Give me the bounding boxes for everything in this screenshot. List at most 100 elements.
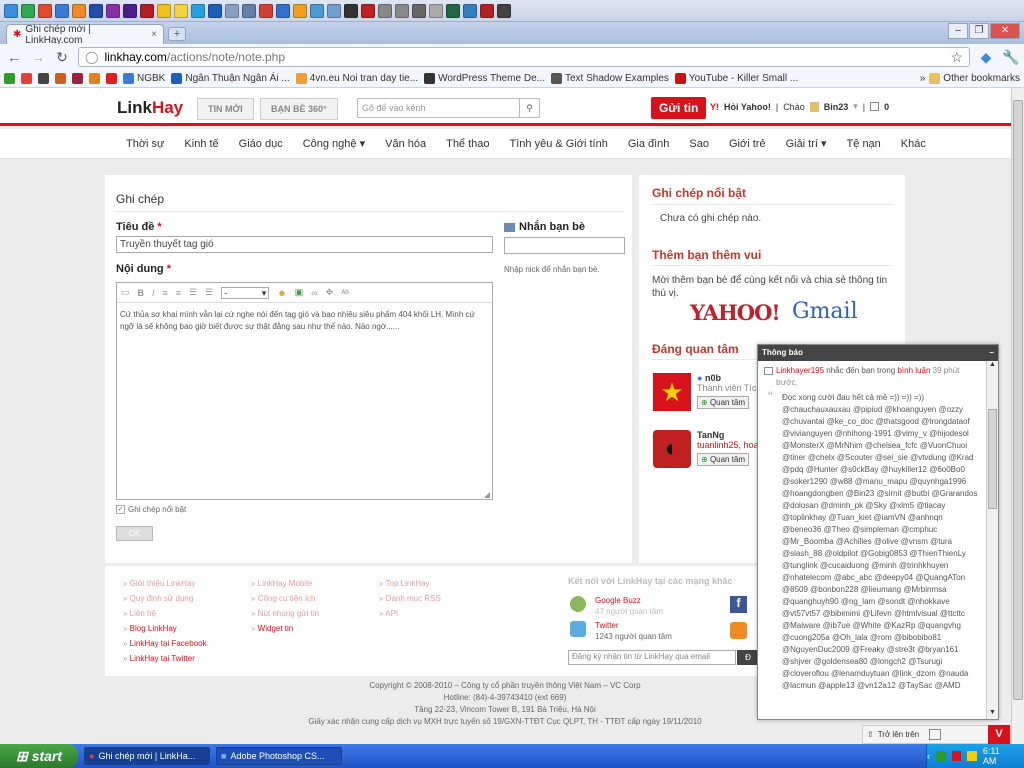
ie-icon[interactable] [55,3,69,18]
avatar[interactable]: ★ [653,373,691,411]
menu-item[interactable]: Tình yêu & Giới tính [510,138,608,150]
address-bar[interactable]: ◯ linkhay.com/actions/note/note.php ☆ [78,47,970,67]
footer-link[interactable]: LinkHay Mobile [251,576,319,591]
close-window-button[interactable]: ✕ [990,23,1020,39]
app-icon[interactable] [242,3,256,18]
footer-link[interactable]: Danh mục RSS [379,591,441,606]
scroll-down-icon[interactable]: ▼ [988,709,997,719]
follow-button[interactable]: ⊕ Quan tâm [697,453,750,466]
gmail-logo[interactable]: Gmail [792,299,858,324]
friends-button[interactable]: BẠN BÈ 360° [260,98,338,120]
app-icon[interactable] [106,3,120,18]
reload-icon[interactable]: ↻ [54,49,70,66]
filezilla-icon[interactable] [361,3,375,18]
forward-icon[interactable]: → [30,49,46,65]
app-icon[interactable] [157,3,171,18]
extension-icon[interactable]: ◆ [978,49,994,66]
bookmark-icon[interactable] [38,73,49,84]
menu-item[interactable]: Công nghệ ▾ [303,137,365,150]
tray-arrow-icon[interactable]: ‹ [927,751,930,761]
app-icon[interactable] [21,3,35,18]
menu-item[interactable]: Gia đình [628,138,670,150]
notification-user[interactable]: Linkhayer195 [776,366,824,375]
flash-icon[interactable] [140,3,154,18]
menu-item[interactable]: Giải trí ▾ [786,137,827,150]
rss-icon[interactable] [730,622,747,639]
app-icon[interactable] [344,3,358,18]
firefox-icon[interactable] [72,3,86,18]
indesign-icon[interactable] [123,3,137,18]
menu-item[interactable]: Văn hóa [385,138,426,150]
align-left-icon[interactable]: ≡ [163,288,168,298]
scroll-thumb[interactable] [1013,100,1023,700]
maximize-button[interactable]: ❐ [969,23,989,39]
bookmark-item[interactable]: Ngân Thuận Ngân Ái ... [171,73,290,84]
bookmark-icon[interactable] [72,73,83,84]
minimize-notification-button[interactable]: – [990,348,994,358]
app-icon[interactable] [412,3,426,18]
app-icon[interactable] [276,3,290,18]
app-icon[interactable] [4,3,18,18]
bookmark-item[interactable]: NGBK [123,73,165,84]
bookmark-item[interactable]: Text Shadow Examples [550,73,669,84]
footer-link[interactable]: Widget tin [251,621,319,636]
app-icon[interactable] [208,3,222,18]
emoticon-icon[interactable]: ☻ [277,288,286,298]
app-icon[interactable] [378,3,392,18]
menu-item[interactable]: Thể thao [446,138,489,150]
taskbar-item[interactable]: ■ Adobe Photoshop CS... [216,747,342,765]
menu-item[interactable]: Giới trẻ [729,138,766,150]
star-icon[interactable]: ☆ [950,49,963,66]
chrome-icon[interactable] [38,3,52,18]
editor-content[interactable]: Cứ thủa sơ khai mình vẫn lại cứ nghe nói… [117,303,492,339]
channel-search-input[interactable]: Gõ để vào kênh ⚲ [357,98,540,118]
bold-icon[interactable]: B [138,288,145,298]
back-icon[interactable]: ← [6,49,22,65]
send-news-button[interactable]: Gửi tin [651,97,707,119]
email-subscribe-button[interactable]: Đ [737,650,759,665]
email-subscribe-input[interactable]: Đăng ký nhận tin từ LinkHay qua email [568,650,736,665]
inbox-icon[interactable] [870,102,880,111]
notification-scrollbar[interactable]: ▲ ▼ [986,361,998,719]
ask-yahoo-link[interactable]: Hỏi Yahoo! [724,102,771,112]
footer-link[interactable]: LinkHay tại Twitter [123,651,207,666]
notification-link[interactable]: bình luận [897,366,930,375]
footer-link[interactable]: Top LinkHay [379,576,441,591]
unlink-icon[interactable]: ✥ [326,287,334,298]
username[interactable]: Bin23 [824,102,849,112]
spellcheck-icon[interactable]: ᴬᴮ [341,288,349,298]
other-bookmarks[interactable]: Other bookmarks [929,73,1020,84]
footer-link[interactable]: Liên hệ [123,606,207,621]
highlight-checkbox-row[interactable]: ✓ Ghi chép nổi bật [116,505,186,514]
new-tab-button[interactable]: + [168,27,186,41]
footer-link[interactable]: Giới thiệu LinkHay [123,576,207,591]
footer-link[interactable]: LinkHay tại Facebook [123,636,207,651]
facebook-icon[interactable]: f [730,596,747,613]
ok-button[interactable]: OK [116,526,153,541]
site-logo[interactable]: LinkHay [117,98,183,118]
friend-input[interactable] [504,237,625,254]
tray-icon[interactable] [951,751,962,761]
footer-link[interactable]: Công cụ tiện ích [251,591,319,606]
browser-tab[interactable]: ✱ Ghi chép mới | LinkHay.com × [6,24,164,46]
close-tab-icon[interactable]: × [151,29,157,40]
user-name[interactable]: n0b [705,373,721,383]
unordered-list-icon[interactable]: ☰ [205,287,213,298]
back-to-top-link[interactable]: Trở lên trên [878,730,919,739]
bookmark-icon[interactable] [55,73,66,84]
bookmark-icon[interactable] [4,73,15,84]
buzz-link[interactable]: Google Buzz [595,596,641,605]
menu-item[interactable]: Tệ nạn [847,138,881,150]
bookmark-icon[interactable] [106,73,117,84]
bookmark-item[interactable]: WordPress Theme De... [424,73,545,84]
wrench-icon[interactable]: 🔧 [1002,49,1019,66]
app-icon[interactable] [327,3,341,18]
app-icon[interactable] [225,3,239,18]
ordered-list-icon[interactable]: ☰ [189,287,197,298]
image-icon[interactable]: ▣ [295,287,304,298]
tray-icon[interactable] [967,751,977,761]
taskbar-item[interactable]: ● Ghi chép mới | LinkHa... [84,747,210,765]
user-name[interactable]: TanNg [697,430,759,440]
search-icon[interactable]: ⚲ [519,99,539,117]
bookmark-item[interactable]: 4vn.eu Noi tran day tie... [295,73,418,84]
